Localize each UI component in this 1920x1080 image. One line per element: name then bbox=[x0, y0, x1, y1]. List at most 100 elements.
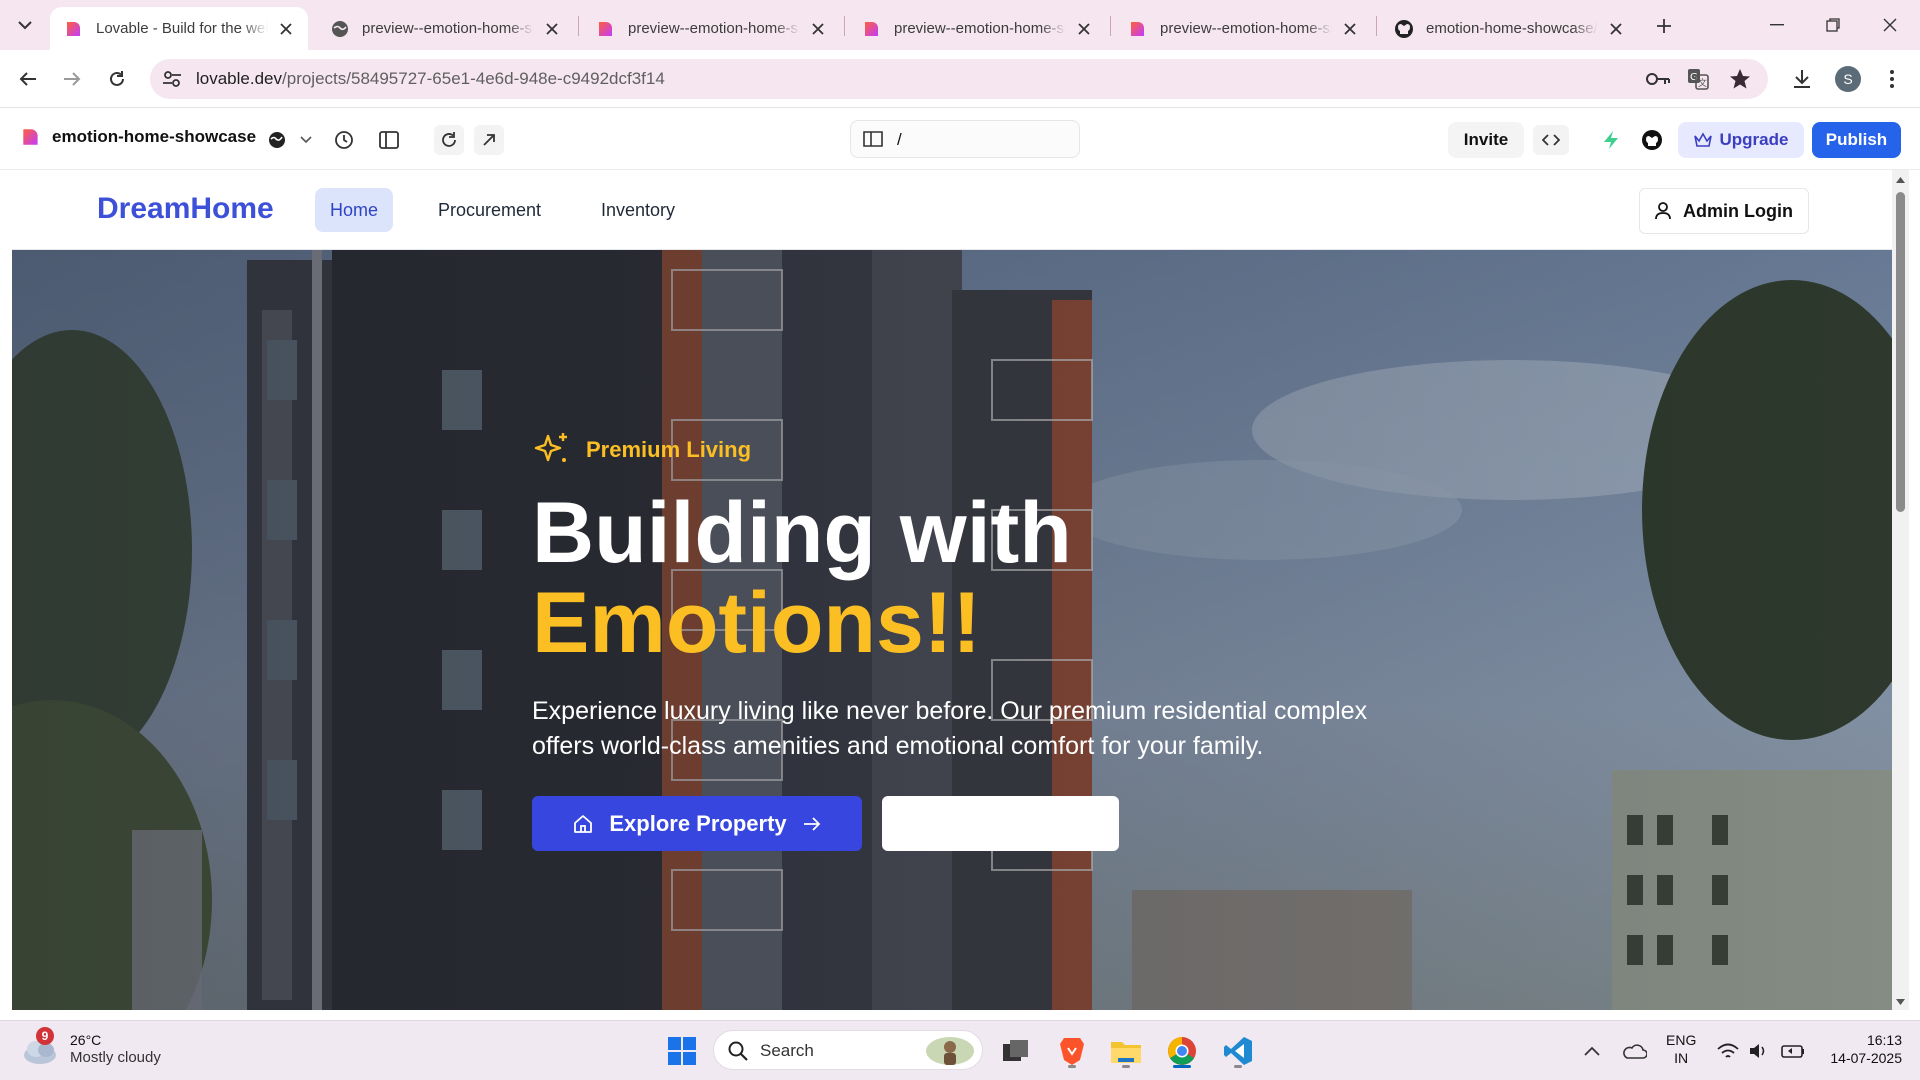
network-volume-battery-icons bbox=[1717, 1043, 1804, 1058]
nav-procurement[interactable]: Procurement bbox=[423, 188, 556, 232]
arrow-right-icon bbox=[64, 72, 81, 86]
taskbar-file-explorer[interactable] bbox=[1106, 1031, 1146, 1071]
hero-heading-line1: Building with bbox=[532, 485, 1072, 581]
tab-github[interactable]: emotion-home-showcase/ bbox=[1380, 7, 1638, 50]
taskbar-brave[interactable] bbox=[1052, 1031, 1092, 1071]
bookmark-star-icon[interactable] bbox=[1728, 67, 1752, 91]
scrollbar-thumb[interactable] bbox=[1896, 192, 1905, 512]
show-hidden-icons-button[interactable] bbox=[1572, 1031, 1612, 1071]
onedrive-icon[interactable] bbox=[1614, 1031, 1654, 1071]
search-icon bbox=[728, 1041, 748, 1061]
close-tab-icon[interactable] bbox=[1340, 19, 1360, 39]
browser-toolbar: lovable.dev/projects/58495727-65e1-4e6d-… bbox=[0, 50, 1920, 108]
running-indicator bbox=[1234, 1065, 1242, 1068]
tab-title: preview--emotion-home-showcase bbox=[894, 20, 1066, 37]
tab-separator bbox=[844, 16, 845, 36]
back-button[interactable] bbox=[12, 63, 44, 95]
scroll-up-icon[interactable] bbox=[1892, 174, 1909, 186]
site-brand-logo[interactable]: DreamHome bbox=[97, 192, 274, 226]
chrome-icon bbox=[1168, 1037, 1196, 1065]
tab-preview-3[interactable]: preview--emotion-home-showcase bbox=[848, 7, 1106, 50]
invite-button[interactable]: Invite bbox=[1448, 122, 1524, 158]
plus-icon bbox=[1657, 19, 1671, 33]
tab-title: emotion-home-showcase/ bbox=[1426, 20, 1598, 37]
site-navbar: DreamHome Home Procurement Inventory Adm… bbox=[12, 170, 1892, 250]
downloads-button[interactable] bbox=[1786, 63, 1818, 95]
secondary-cta-button[interactable] bbox=[882, 796, 1119, 851]
preview-scrollbar[interactable] bbox=[1892, 170, 1909, 1010]
weather-cloud-icon: 9 bbox=[20, 1027, 60, 1067]
browser-menu-button[interactable] bbox=[1876, 63, 1908, 95]
browser-tab-strip: Lovable - Build for the web preview--emo… bbox=[0, 0, 1920, 50]
scroll-down-icon[interactable] bbox=[1892, 996, 1909, 1008]
search-highlight-icon bbox=[926, 1037, 974, 1065]
active-indicator bbox=[1173, 1065, 1191, 1068]
project-switcher[interactable]: emotion-home-showcase bbox=[20, 126, 256, 148]
code-view-icon[interactable] bbox=[1533, 125, 1569, 155]
sparkles-icon bbox=[534, 433, 567, 462]
open-external-icon[interactable] bbox=[474, 125, 504, 155]
tab-search-button[interactable] bbox=[10, 10, 40, 40]
tab-preview-4[interactable]: preview--emotion-home-showcase bbox=[1114, 7, 1372, 50]
close-tab-icon[interactable] bbox=[542, 19, 562, 39]
close-window-button[interactable] bbox=[1868, 10, 1912, 40]
tab-preview-1[interactable]: preview--emotion-home-showcase bbox=[316, 7, 574, 50]
clock[interactable]: 16:13 14-07-2025 bbox=[1818, 1031, 1902, 1067]
restore-button[interactable] bbox=[1811, 10, 1855, 40]
taskbar-search[interactable]: Search bbox=[713, 1030, 983, 1070]
language-indicator[interactable]: ENG IN bbox=[1666, 1031, 1696, 1067]
start-button[interactable] bbox=[662, 1031, 702, 1071]
refresh-preview-icon[interactable] bbox=[434, 125, 464, 155]
upgrade-button[interactable]: Upgrade bbox=[1678, 122, 1804, 158]
tab-title: Lovable - Build for the web bbox=[96, 20, 268, 37]
vscode-icon bbox=[1224, 1037, 1252, 1065]
minimize-button[interactable] bbox=[1755, 10, 1799, 40]
lovable-heart-icon bbox=[23, 129, 38, 145]
github-icon[interactable] bbox=[1637, 125, 1667, 155]
profile-button[interactable]: S bbox=[1832, 63, 1864, 95]
close-tab-icon[interactable] bbox=[808, 19, 828, 39]
forward-button[interactable] bbox=[56, 63, 88, 95]
book-open-icon bbox=[863, 131, 883, 147]
address-bar[interactable]: lovable.dev/projects/58495727-65e1-4e6d-… bbox=[150, 59, 1768, 99]
arrow-left-icon bbox=[19, 72, 36, 86]
publish-button[interactable]: Publish bbox=[1812, 122, 1901, 158]
tab-preview-2[interactable]: preview--emotion-home-showcase bbox=[582, 7, 840, 50]
explore-property-label: Explore Property bbox=[609, 810, 787, 836]
translate-icon[interactable]: G文 bbox=[1686, 67, 1710, 91]
lovable-heart-icon bbox=[865, 21, 878, 36]
task-view-button[interactable] bbox=[996, 1031, 1036, 1071]
tab-lovable[interactable]: Lovable - Build for the web bbox=[50, 7, 308, 50]
taskbar-chrome[interactable] bbox=[1162, 1031, 1202, 1071]
quick-settings-button[interactable] bbox=[1712, 1031, 1816, 1071]
weather-widget[interactable]: 9 26°C Mostly cloudy bbox=[20, 1027, 161, 1067]
close-tab-icon[interactable] bbox=[276, 19, 296, 39]
tab-title: preview--emotion-home-showcase bbox=[362, 20, 534, 37]
site-info-icon[interactable] bbox=[162, 69, 182, 89]
admin-login-button[interactable]: Admin Login bbox=[1639, 188, 1809, 234]
hero-content: Premium Living Building with Emotions!! … bbox=[532, 430, 1432, 851]
supabase-bolt-icon[interactable] bbox=[1596, 125, 1626, 155]
hero-description: Experience luxury living like never befo… bbox=[532, 697, 1368, 760]
url-host: lovable.dev bbox=[196, 69, 283, 88]
nav-home[interactable]: Home bbox=[315, 188, 394, 232]
taskbar-vscode[interactable] bbox=[1218, 1031, 1258, 1071]
chevron-down-icon[interactable] bbox=[291, 125, 321, 155]
hero-section: Premium Living Building with Emotions!! … bbox=[12, 250, 1892, 1010]
close-tab-icon[interactable] bbox=[1074, 19, 1094, 39]
url-text[interactable]: lovable.dev/projects/58495727-65e1-4e6d-… bbox=[196, 69, 665, 89]
clock-date: 14-07-2025 bbox=[1830, 1050, 1902, 1066]
history-icon[interactable] bbox=[329, 125, 359, 155]
password-key-icon[interactable] bbox=[1646, 67, 1670, 91]
reload-button[interactable] bbox=[101, 63, 133, 95]
visibility-globe-icon[interactable] bbox=[262, 125, 292, 155]
nav-inventory[interactable]: Inventory bbox=[586, 188, 690, 232]
route-selector[interactable]: / bbox=[850, 120, 1080, 158]
explore-property-button[interactable]: Explore Property bbox=[532, 796, 862, 851]
new-tab-button[interactable] bbox=[1650, 12, 1678, 40]
sidebar-toggle-icon[interactable] bbox=[374, 125, 404, 155]
lovable-heart-icon bbox=[1131, 21, 1144, 36]
reload-icon bbox=[110, 71, 124, 86]
close-tab-icon[interactable] bbox=[1606, 19, 1626, 39]
taskbar-search-label: Search bbox=[760, 1041, 814, 1060]
